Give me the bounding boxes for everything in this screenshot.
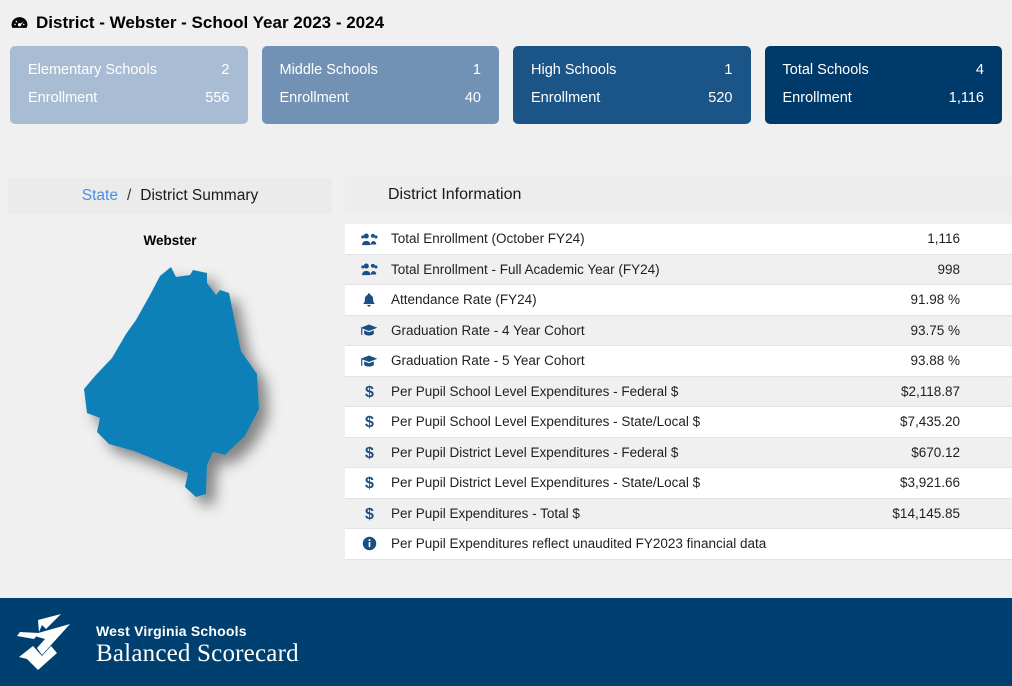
dollar-icon: $ [355, 383, 383, 400]
district-information-list: Total Enrollment (October FY24) 1,116 To… [345, 224, 1012, 560]
card-secondary-row: Enrollment 520 [531, 89, 733, 106]
breadcrumb: State / District Summary [8, 178, 332, 214]
dollar-icon: $ [355, 444, 383, 461]
row-label: Total Enrollment (October FY24) [391, 231, 585, 247]
svg-text:$: $ [365, 475, 374, 491]
row-label: Graduation Rate - 4 Year Cohort [391, 322, 585, 338]
card-value: 4 [975, 62, 984, 78]
card-sub-value: 1,116 [948, 89, 984, 106]
district-information-panel: District Information Total Enrollment (O… [345, 176, 1012, 560]
card-secondary-row: Enrollment 1,116 [782, 89, 985, 106]
table-row[interactable]: $ Per Pupil District Level Expenditures … [345, 468, 1012, 499]
table-row[interactable]: $ Per Pupil School Level Expenditures - … [345, 376, 1012, 407]
page-title-text: District - Webster - School Year 2023 - … [36, 13, 385, 32]
table-row[interactable]: Total Enrollment (October FY24) 1,116 [345, 224, 1012, 255]
row-value: 998 [937, 261, 960, 277]
row-value: $14,145.85 [892, 505, 960, 521]
card-sub-value: 40 [464, 89, 481, 106]
footer-logo-text: West Virginia Schools Balanced Scorecard [96, 624, 299, 666]
row-label: Per Pupil District Level Expenditures - … [391, 444, 679, 460]
table-row[interactable]: Attendance Rate (FY24) 91.98 % [345, 285, 1012, 316]
table-row[interactable]: Graduation Rate - 5 Year Cohort 93.88 % [345, 346, 1012, 377]
card-high-schools[interactable]: High Schools 1 Enrollment 520 [513, 46, 751, 124]
table-row-footnote: Per Pupil Expenditures reflect unaudited… [345, 529, 1012, 560]
graduation-cap-icon [355, 323, 383, 337]
card-label: Elementary Schools [28, 62, 157, 78]
map-title: Webster [143, 233, 197, 248]
map-container [8, 254, 332, 544]
card-elementary-schools[interactable]: Elementary Schools 2 Enrollment 556 [10, 46, 248, 124]
card-total-schools[interactable]: Total Schools 4 Enrollment 1,116 [764, 46, 1002, 124]
footer-logo[interactable]: West Virginia Schools Balanced Scorecard [12, 612, 299, 677]
row-label: Per Pupil School Level Expenditures - Fe… [391, 383, 679, 399]
svg-text:$: $ [365, 506, 374, 522]
card-sub-label: Enrollment [531, 89, 601, 106]
card-sub-value: 556 [205, 89, 230, 106]
row-value: $3,921.66 [899, 475, 960, 491]
card-primary-row: High Schools 1 [531, 63, 733, 78]
card-label: High Schools [531, 62, 617, 78]
footer: West Virginia Schools Balanced Scorecard [0, 598, 1012, 686]
row-value: 93.75 % [910, 322, 960, 338]
dollar-icon: $ [355, 474, 383, 491]
wv-schools-star-logo-icon [12, 612, 88, 677]
row-label: Attendance Rate (FY24) [391, 292, 537, 308]
breadcrumb-item-district-summary: District Summary [140, 187, 259, 204]
card-middle-schools[interactable]: Middle Schools 1 Enrollment 40 [261, 46, 499, 124]
card-primary-row: Middle Schools 1 [280, 63, 482, 78]
row-label: Graduation Rate - 5 Year Cohort [391, 353, 585, 369]
row-label: Per Pupil Expenditures reflect unaudited… [391, 536, 767, 552]
svg-text:$: $ [365, 414, 374, 430]
tachometer-icon [10, 14, 29, 33]
card-sub-label: Enrollment [782, 89, 852, 106]
table-row[interactable]: $ Per Pupil District Level Expenditures … [345, 437, 1012, 468]
county-map-shape[interactable] [8, 254, 332, 544]
footer-logo-line2: Balanced Scorecard [96, 639, 299, 667]
row-value: $7,435.20 [899, 414, 960, 430]
table-row[interactable]: $ Per Pupil Expenditures - Total $ $14,1… [345, 498, 1012, 529]
card-sub-label: Enrollment [28, 89, 98, 106]
row-value: $670.12 [911, 444, 960, 460]
page-root: District - Webster - School Year 2023 - … [0, 0, 1012, 686]
card-sub-label: Enrollment [279, 89, 349, 106]
dollar-icon: $ [355, 413, 383, 430]
users-icon [355, 232, 383, 246]
card-primary-row: Total Schools 4 [783, 63, 985, 78]
card-value: 1 [472, 62, 481, 78]
svg-text:$: $ [365, 445, 374, 461]
district-map-panel: State / District Summary Webster [8, 178, 332, 558]
info-circle-icon [355, 536, 383, 551]
card-secondary-row: Enrollment 40 [279, 89, 482, 106]
graduation-cap-icon [355, 354, 383, 368]
page-title: District - Webster - School Year 2023 - … [10, 10, 384, 36]
card-sub-value: 520 [708, 89, 733, 106]
dollar-icon: $ [355, 505, 383, 522]
users-icon [355, 262, 383, 276]
card-value: 1 [724, 62, 733, 78]
table-row[interactable]: Graduation Rate - 4 Year Cohort 93.75 % [345, 315, 1012, 346]
row-label: Per Pupil District Level Expenditures - … [391, 475, 701, 491]
district-information-title: District Information [345, 176, 1012, 214]
summary-cards: Elementary Schools 2 Enrollment 556 Midd… [10, 46, 1002, 124]
card-label: Middle Schools [279, 62, 378, 78]
breadcrumb-item-state[interactable]: State [82, 187, 118, 205]
row-value: 91.98 % [910, 292, 960, 308]
bell-icon [355, 292, 383, 308]
row-value: 1,116 [927, 231, 960, 247]
table-row[interactable]: $ Per Pupil School Level Expenditures - … [345, 407, 1012, 438]
card-label: Total Schools [782, 62, 869, 78]
card-primary-row: Elementary Schools 2 [28, 63, 230, 78]
svg-text:$: $ [365, 384, 374, 400]
card-secondary-row: Enrollment 556 [28, 89, 230, 106]
breadcrumb-separator: / [126, 187, 132, 204]
row-value: $2,118.87 [900, 383, 960, 399]
row-label: Total Enrollment - Full Academic Year (F… [391, 261, 660, 277]
row-label: Per Pupil Expenditures - Total $ [391, 505, 580, 521]
row-label: Per Pupil School Level Expenditures - St… [391, 414, 701, 430]
table-row[interactable]: Total Enrollment - Full Academic Year (F… [345, 254, 1012, 285]
card-value: 2 [221, 62, 230, 78]
row-value: 93.88 % [910, 353, 960, 369]
footer-logo-line1: West Virginia Schools [96, 622, 247, 639]
